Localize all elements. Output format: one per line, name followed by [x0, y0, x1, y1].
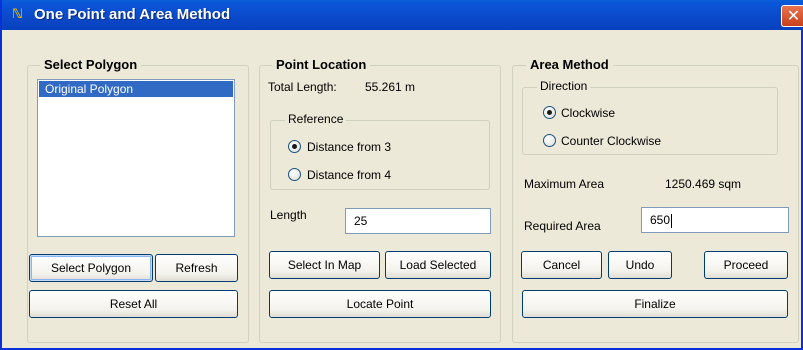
direction-title: Direction: [537, 79, 591, 93]
window-title: One Point and Area Method: [34, 6, 231, 23]
select-polygon-button[interactable]: Select Polygon: [29, 254, 153, 282]
ref-option-2-label[interactable]: Distance from 4: [307, 168, 391, 182]
required-area-input[interactable]: 650: [641, 207, 789, 233]
dir-option-1-label[interactable]: Clockwise: [561, 106, 615, 120]
maximum-area-label: Maximum Area: [524, 177, 605, 191]
dir-option-2-radio[interactable]: [543, 134, 556, 147]
proceed-button[interactable]: Proceed: [704, 251, 788, 279]
reference-title: Reference: [285, 112, 347, 126]
length-value: 25: [354, 214, 368, 228]
maximum-area-value: 1250.469 sqm: [665, 177, 742, 191]
required-area-label: Required Area: [524, 219, 601, 233]
dir-option-2-label[interactable]: Counter Clockwise: [561, 134, 661, 148]
length-label: Length: [270, 208, 307, 222]
total-length-value: 55.261 m: [365, 80, 416, 94]
dir-option-1-radio[interactable]: [543, 106, 556, 119]
dialog-window: ℕ One Point and Area Method ✕ Select Pol…: [0, 0, 803, 350]
polygon-listbox[interactable]: Original Polygon: [37, 79, 235, 237]
locate-point-button[interactable]: Locate Point: [269, 290, 491, 318]
refresh-button[interactable]: Refresh: [155, 254, 238, 282]
ref-option-2-radio[interactable]: [288, 168, 301, 181]
list-item[interactable]: Original Polygon: [39, 81, 233, 97]
close-icon: ✕: [786, 6, 801, 25]
select-in-map-button[interactable]: Select In Map: [269, 251, 380, 279]
title-bar[interactable]: ℕ One Point and Area Method ✕: [2, 0, 803, 30]
app-logo-icon: ℕ: [12, 7, 23, 22]
area-method-title: Area Method: [526, 57, 613, 72]
point-location-title: Point Location: [272, 57, 371, 72]
ref-option-1-label[interactable]: Distance from 3: [307, 140, 391, 154]
required-area-value: 650: [650, 213, 671, 227]
undo-button[interactable]: Undo: [608, 251, 672, 279]
total-length-label: Total Length:: [268, 80, 337, 94]
text-cursor: [671, 213, 673, 228]
select-polygon-title: Select Polygon: [40, 57, 142, 72]
reset-all-button[interactable]: Reset All: [29, 290, 238, 318]
load-selected-button[interactable]: Load Selected: [385, 251, 491, 279]
close-button[interactable]: ✕: [781, 5, 803, 27]
ref-option-1-radio[interactable]: [288, 140, 301, 153]
cancel-button[interactable]: Cancel: [521, 251, 602, 279]
finalize-button[interactable]: Finalize: [522, 290, 788, 318]
length-input[interactable]: 25: [345, 208, 491, 234]
